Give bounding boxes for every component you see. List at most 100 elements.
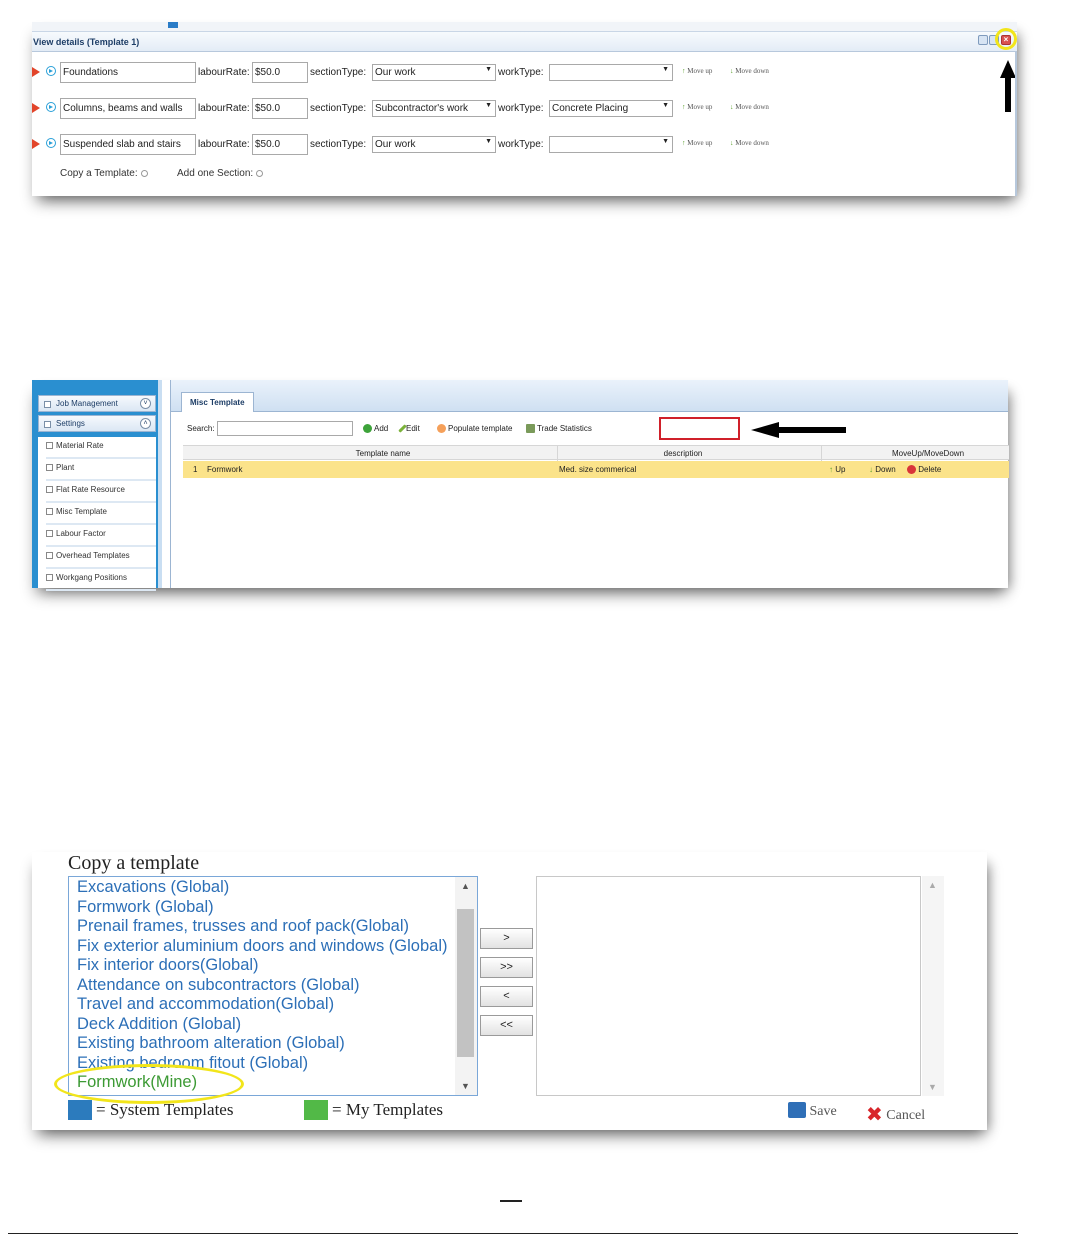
expand-icon[interactable]: ˅ — [140, 398, 151, 409]
dropdown-caret-icon: ▼ — [485, 102, 492, 109]
section-type-select[interactable]: Our work ▼ — [372, 136, 496, 153]
nav-item-overhead-templates[interactable]: Overhead Templates — [46, 551, 156, 569]
template-list-item[interactable]: Existing bathroom alteration (Global) — [77, 1034, 345, 1053]
section-type-value: Our work — [375, 139, 416, 150]
remove-section-icon[interactable] — [32, 67, 40, 77]
arrow-down-icon: ↓ — [730, 103, 734, 111]
labour-rate-input[interactable]: $50.0 — [252, 134, 308, 155]
copy-template-radio[interactable] — [140, 170, 148, 177]
labour-rate-input[interactable]: $50.0 — [252, 98, 308, 119]
nav-item-label: Flat Rate Resource — [56, 485, 125, 494]
selected-templates-list[interactable] — [536, 876, 921, 1096]
remove-section-icon[interactable] — [32, 139, 40, 149]
available-templates-list[interactable]: Excavations (Global) Formwork (Global) Pre… — [68, 876, 478, 1096]
section-name-input[interactable]: Foundations — [60, 62, 196, 83]
nav-item-flat-rate-resource[interactable]: Flat Rate Resource — [46, 485, 156, 503]
expand-section-icon[interactable] — [46, 138, 56, 148]
move-down-button[interactable]: ↓ Move down — [730, 103, 769, 111]
nav-item-workgang-positions[interactable]: Workgang Positions — [46, 573, 156, 591]
remove-section-icon[interactable] — [32, 103, 40, 113]
section-type-label: sectionType: — [310, 103, 367, 114]
dropdown-caret-icon: ▼ — [662, 102, 669, 109]
mine-highlight-ellipse — [54, 1064, 244, 1104]
move-down-button[interactable]: ↓ Down — [869, 465, 896, 474]
save-button[interactable]: Save — [788, 1102, 837, 1120]
move-all-left-button[interactable]: << — [480, 1015, 533, 1036]
trade-statistics-callout-box — [659, 417, 740, 440]
main-panel: Misc Template Search: Add Edit Populate … — [170, 380, 1009, 588]
table-row[interactable]: 1 Formwork Med. size commerical ↑ Up ↓ D… — [183, 461, 1009, 478]
tab-misc-template[interactable]: Misc Template — [181, 392, 254, 412]
template-list-item[interactable]: Fix interior doors(Global) — [77, 956, 259, 975]
dialog-title: Copy a template — [68, 852, 200, 874]
section-name-input[interactable]: Suspended slab and stairs — [60, 134, 196, 155]
arrow-up-icon: ↑ — [682, 67, 686, 75]
work-type-select[interactable]: ▼ — [549, 64, 673, 81]
populate-label: Populate template — [448, 424, 513, 433]
system-template-swatch — [68, 1100, 92, 1120]
move-all-right-button[interactable]: >> — [480, 957, 533, 978]
search-input[interactable] — [217, 421, 353, 436]
add-button[interactable]: Add — [363, 424, 388, 433]
work-type-select[interactable]: ▼ — [549, 136, 673, 153]
nav-item-label: Material Rate — [56, 441, 104, 450]
section-type-select[interactable]: Our work ▼ — [372, 64, 496, 81]
section-type-select[interactable]: Subcontractor's work ▼ — [372, 100, 496, 117]
section-icon — [44, 401, 51, 408]
nav-item-material-rate[interactable]: Material Rate — [46, 441, 156, 459]
statistics-icon — [526, 424, 535, 433]
nav-item-plant[interactable]: Plant — [46, 463, 156, 481]
scroll-thumb[interactable] — [457, 909, 474, 1057]
template-list-item[interactable]: Travel and accommodation(Global) — [77, 995, 334, 1014]
move-down-button[interactable]: ↓ Move down — [730, 139, 769, 147]
template-list-item[interactable]: Prenail frames, trusses and roof pack(Gl… — [77, 917, 409, 936]
add-section-option[interactable]: Add one Section: — [177, 168, 264, 179]
nav-item-labour-factor[interactable]: Labour Factor — [46, 529, 156, 547]
delete-button[interactable]: Delete — [907, 465, 941, 474]
section-type-label: sectionType: — [310, 139, 367, 150]
template-list-item[interactable]: Fix exterior aluminium doors and windows… — [77, 937, 447, 956]
cancel-button[interactable]: ✖ Cancel — [866, 1102, 925, 1126]
copy-template-option[interactable]: Copy a Template: — [60, 168, 148, 179]
nav-section-job-management[interactable]: Job Management ˅ — [38, 395, 156, 412]
move-down-button[interactable]: ↓ Move down — [730, 67, 769, 75]
template-list-item[interactable]: Formwork (Global) — [77, 898, 214, 917]
move-up-button[interactable]: ↑ Move up — [682, 103, 712, 111]
expand-section-icon[interactable] — [46, 102, 56, 112]
item-icon — [46, 530, 53, 537]
add-section-radio[interactable] — [256, 170, 264, 177]
section-name-input[interactable]: Columns, beams and walls — [60, 98, 196, 119]
edit-button[interactable]: Edit — [398, 424, 420, 433]
move-up-button[interactable]: ↑ Move up — [682, 67, 712, 75]
scroll-up-icon[interactable]: ▲ — [928, 880, 937, 890]
scroll-down-icon[interactable]: ▼ — [928, 1082, 937, 1092]
labour-rate-input[interactable]: $50.0 — [252, 62, 308, 83]
move-selected-left-button[interactable]: < — [480, 986, 533, 1007]
template-list-item[interactable]: Deck Addition (Global) — [77, 1015, 241, 1034]
scroll-up-icon[interactable]: ▲ — [461, 881, 470, 891]
expand-section-icon[interactable] — [46, 66, 56, 76]
add-icon — [363, 424, 372, 433]
labour-rate-label: labourRate: — [198, 103, 250, 114]
collapse-icon[interactable]: ˄ — [140, 418, 151, 429]
scroll-down-icon[interactable]: ▼ — [461, 1081, 470, 1091]
nav-section-label: Job Management — [56, 399, 118, 408]
section-type-value: Subcontractor's work — [375, 103, 469, 114]
arrow-down-icon: ↓ — [730, 139, 734, 147]
populate-template-button[interactable]: Populate template — [437, 424, 513, 433]
template-list-item[interactable]: Excavations (Global) — [77, 878, 229, 897]
nav-section-settings[interactable]: Settings ˄ — [38, 415, 156, 432]
list-scrollbar[interactable]: ▲ ▼ — [455, 877, 477, 1095]
trade-statistics-button[interactable]: Trade Statistics — [526, 424, 592, 433]
move-up-button[interactable]: ↑ Move up — [682, 139, 712, 147]
template-list-item[interactable]: Attendance on subcontractors (Global) — [77, 976, 360, 995]
nav-item-misc-template[interactable]: Misc Template — [46, 507, 156, 525]
my-template-swatch — [304, 1100, 328, 1120]
move-up-button[interactable]: ↑ Up — [829, 465, 845, 474]
work-type-select[interactable]: Concrete Placing ▼ — [549, 100, 673, 117]
minimize-icon[interactable] — [978, 35, 988, 45]
move-selected-right-button[interactable]: > — [480, 928, 533, 949]
nav-item-label: Workgang Positions — [56, 573, 127, 582]
populate-icon — [437, 424, 446, 433]
selected-list-scrollbar[interactable]: ▲ ▼ — [922, 876, 944, 1096]
